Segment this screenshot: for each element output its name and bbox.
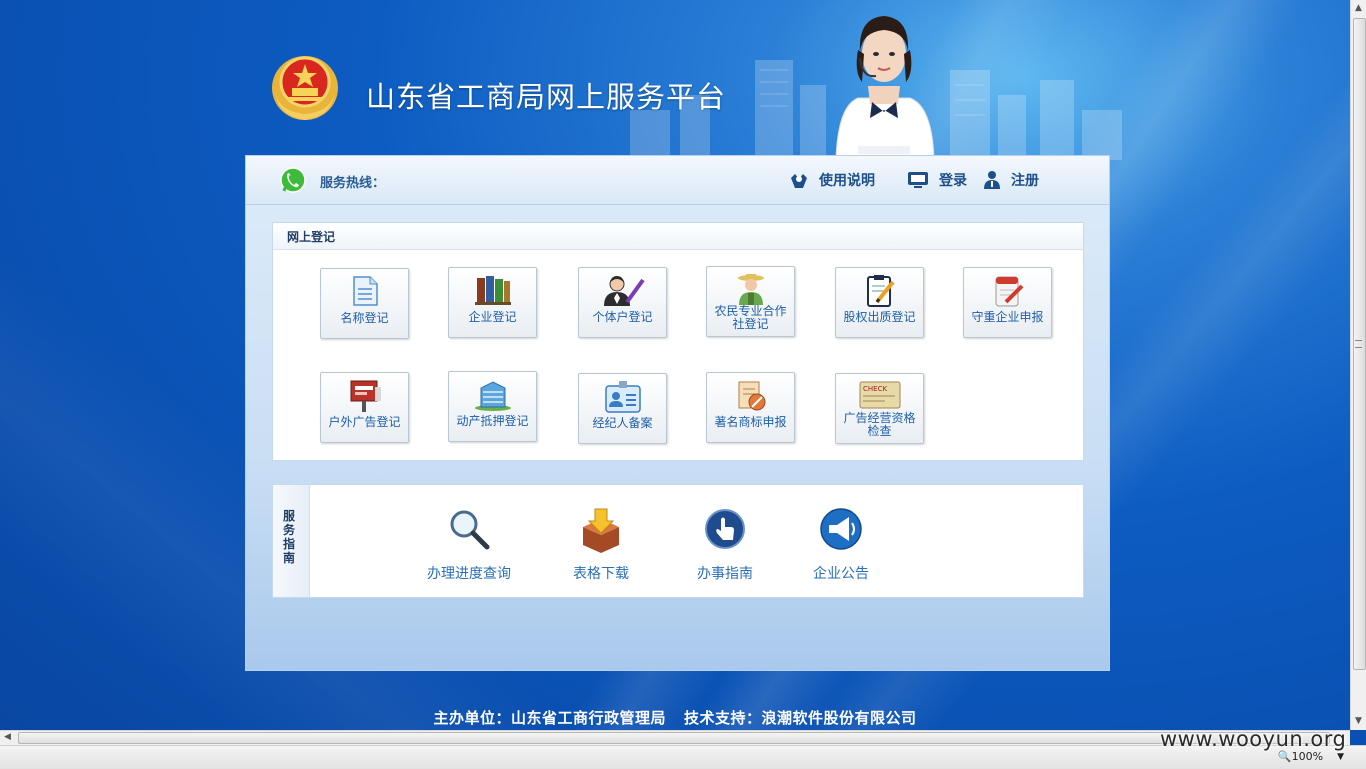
- zoom-magnifier-icon: 🔍: [1277, 750, 1292, 763]
- horizontal-scroll-thumb[interactable]: [18, 732, 1330, 744]
- registration-title: 网上登记: [273, 223, 1083, 250]
- service-guide-box: 服务指南 办理进度查询 表格下载 办事指南 企业公告: [272, 484, 1084, 598]
- help-link[interactable]: 使用说明: [789, 170, 875, 190]
- register-label: 注册: [1011, 173, 1039, 189]
- person-pen-icon: [603, 276, 645, 306]
- id-badge-icon: [604, 381, 641, 413]
- check-card-icon: CHECK: [859, 381, 900, 409]
- tile-label: 农民专业合作社登记: [714, 304, 787, 331]
- scroll-grip-icon: [1355, 340, 1362, 348]
- tile-label: 个体户登记: [592, 310, 653, 324]
- phone-chat-icon: [280, 167, 306, 193]
- vertical-scrollbar[interactable]: ▲ ▼: [1350, 0, 1366, 730]
- tile-broker-filing[interactable]: 经纪人备案: [578, 373, 667, 444]
- document-icon: [352, 276, 378, 306]
- service-guide-sidebar: 服务指南: [273, 485, 310, 597]
- building-icon: [474, 381, 511, 411]
- login-link[interactable]: 登录: [907, 170, 967, 190]
- zoom-level: 100%: [1291, 750, 1324, 763]
- tile-enterprise-registration[interactable]: 企业登记: [448, 267, 537, 338]
- service-guide-link[interactable]: 办事指南: [670, 507, 780, 583]
- tile-chattel-mortgage-registration[interactable]: 动产抵押登记: [448, 371, 537, 442]
- progress-query-link[interactable]: 办理进度查询: [414, 507, 524, 583]
- main-panel: 服务热线： 使用说明 登录 注册 网上登记 名称登记 企业登记 个体户登记 农民…: [245, 155, 1110, 671]
- tile-label: 动产抵押登记: [456, 414, 529, 428]
- tile-label: 广告经营资格检查: [843, 411, 916, 438]
- tile-label: 守重企业申报: [971, 310, 1044, 324]
- watermark: www.wooyun.org: [1160, 727, 1347, 751]
- clipboard-pen-icon: [866, 275, 895, 307]
- user-icon: [984, 171, 1000, 189]
- online-registration-box: 网上登记 名称登记 企业登记 个体户登记 农民专业合作社登记 股权出质登记 守重…: [272, 222, 1084, 461]
- horizontal-scrollbar[interactable]: ◀: [0, 730, 1350, 745]
- notepad-icon: [995, 276, 1023, 307]
- form-download-link[interactable]: 表格下载: [546, 507, 656, 583]
- footer-support: 技术支持：浪潮软件股份有限公司: [684, 709, 917, 727]
- download-box-icon: [583, 508, 619, 553]
- trademark-icon: [738, 381, 765, 411]
- tile-label: 名称登记: [340, 311, 389, 325]
- books-icon: [474, 276, 511, 305]
- tile-advertising-qualification-inspection[interactable]: CHECK 广告经营资格检查: [835, 373, 924, 444]
- national-emblem-logo: [272, 56, 338, 120]
- scroll-left-arrow-icon[interactable]: ◀: [4, 732, 11, 742]
- enterprise-announcement-link[interactable]: 企业公告: [786, 507, 896, 583]
- tile-farmer-cooperative-registration[interactable]: 农民专业合作社登记: [706, 266, 795, 337]
- tile-individual-registration[interactable]: 个体户登记: [578, 267, 667, 338]
- tile-label: 户外广告登记: [328, 415, 401, 429]
- chevron-down-icon[interactable]: ▼: [1337, 752, 1344, 762]
- guide-label: 办理进度查询: [427, 566, 511, 582]
- magnifier-icon: [450, 510, 490, 550]
- tile-label: 股权出质登记: [843, 310, 916, 324]
- scroll-up-arrow-icon[interactable]: ▲: [1355, 3, 1362, 13]
- megaphone-icon: [820, 508, 862, 550]
- tile-label: 经纪人备案: [592, 416, 653, 430]
- tile-famous-trademark-declaration[interactable]: 著名商标申报: [706, 372, 795, 443]
- zoom-control[interactable]: 🔍 100% ▼: [1278, 750, 1344, 763]
- customer-service-operator-image: [835, 16, 935, 158]
- tile-label: 企业登记: [468, 310, 517, 324]
- tile-label: 著名商标申报: [714, 415, 787, 429]
- farmer-icon: [737, 274, 764, 305]
- help-label: 使用说明: [819, 173, 875, 189]
- monitor-icon: [908, 172, 928, 188]
- tile-outdoor-advertising-registration[interactable]: 户外广告登记: [320, 372, 409, 443]
- footer-host: 主办单位：山东省工商行政管理局: [433, 709, 666, 727]
- login-label: 登录: [939, 173, 967, 189]
- billboard-icon: [350, 380, 381, 412]
- register-link[interactable]: 注册: [983, 170, 1039, 190]
- scroll-down-arrow-icon[interactable]: ▼: [1355, 716, 1362, 726]
- hand-pointer-icon: [705, 509, 745, 549]
- page-footer: 主办单位：山东省工商行政管理局 技术支持：浪潮软件股份有限公司: [0, 707, 1350, 728]
- guide-label: 企业公告: [813, 566, 869, 582]
- guide-label: 表格下载: [573, 566, 629, 582]
- guide-label: 办事指南: [697, 566, 753, 582]
- tile-credible-enterprise-declaration[interactable]: 守重企业申报: [963, 267, 1052, 338]
- help-hands-icon: [791, 174, 807, 188]
- hotline-label: 服务热线：: [320, 176, 386, 191]
- service-bar: 服务热线： 使用说明 登录 注册: [246, 156, 1109, 205]
- svg-text:CHECK: CHECK: [863, 385, 887, 393]
- service-guide-label: 服务指南: [283, 509, 296, 565]
- tile-equity-pledge-registration[interactable]: 股权出质登记: [835, 267, 924, 338]
- tile-name-registration[interactable]: 名称登记: [320, 268, 409, 339]
